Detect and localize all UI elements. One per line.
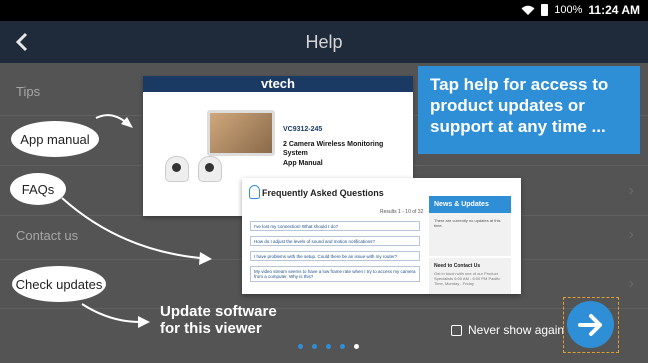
next-button[interactable]	[567, 301, 614, 348]
update-hint: Update software for this viewer	[160, 303, 300, 337]
page-dot[interactable]	[298, 344, 303, 349]
update-hint-text: Update software for this viewer	[160, 303, 277, 337]
page-dot[interactable]	[312, 344, 317, 349]
arrow-right-icon	[577, 313, 602, 336]
page-indicator	[298, 344, 359, 349]
page-dot-active[interactable]	[354, 344, 359, 349]
checkbox[interactable]	[451, 324, 462, 336]
never-show-again-option[interactable]: Never show again	[451, 323, 564, 337]
never-show-again-label: Never show again	[468, 323, 565, 337]
page-dot[interactable]	[326, 344, 331, 349]
tutorial-arrows	[61, 114, 212, 328]
page-dot[interactable]	[340, 344, 345, 349]
